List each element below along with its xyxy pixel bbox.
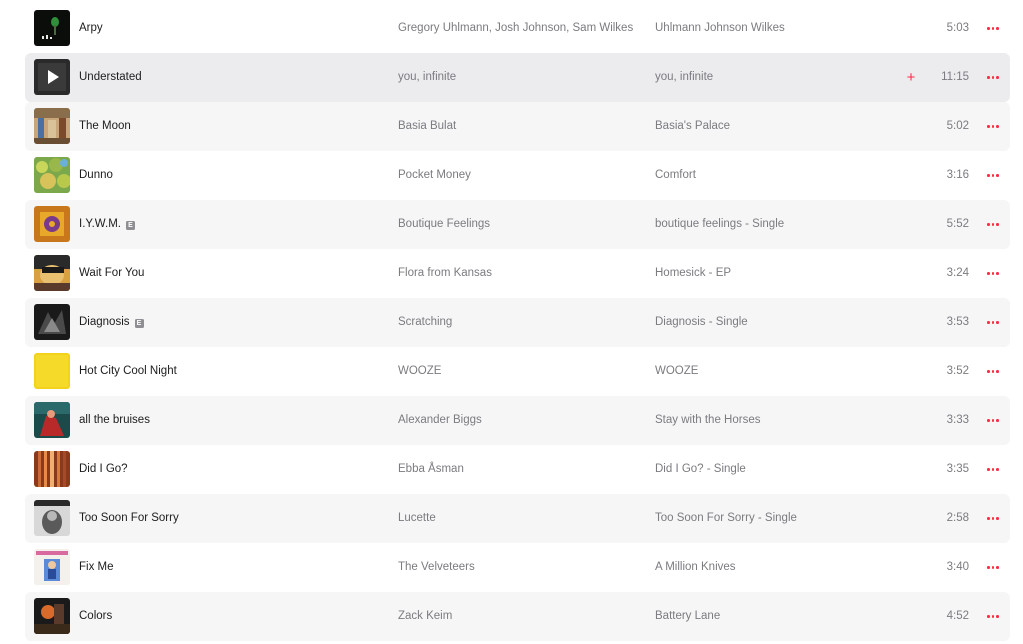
track-duration: 3:53 <box>946 316 969 328</box>
track-row[interactable]: Hot City Cool Night WOOZE WOOZE 3:52 <box>25 347 1010 396</box>
track-artist-link[interactable]: Alexander Biggs <box>398 396 482 445</box>
track-artist-link[interactable]: Zack Keim <box>398 592 452 641</box>
track-title: Hot City Cool Night <box>79 365 177 377</box>
explicit-badge-icon: E <box>125 221 135 230</box>
track-duration: 3:33 <box>946 414 969 426</box>
album-art <box>34 59 70 95</box>
track-artist-link[interactable]: Lucette <box>398 494 436 543</box>
album-art <box>34 549 70 585</box>
explicit-badge-icon: E <box>134 319 144 328</box>
track-duration: 3:24 <box>946 267 969 279</box>
album-art <box>34 157 70 193</box>
track-duration: 3:16 <box>946 169 969 181</box>
ellipsis-icon[interactable] <box>983 151 1003 200</box>
track-row[interactable]: Wait For You Flora from Kansas Homesick … <box>25 249 1010 298</box>
track-album-link[interactable]: Comfort <box>655 151 696 200</box>
track-artist-link[interactable]: Gregory Uhlmann, Josh Johnson, Sam Wilke… <box>398 4 633 53</box>
track-album-link[interactable]: boutique feelings - Single <box>655 200 784 249</box>
track-artist-link[interactable]: Ebba Åsman <box>398 445 464 494</box>
track-row[interactable]: I.Y.W.M. E Boutique Feelings boutique fee… <box>25 200 1010 249</box>
track-album-link[interactable]: Too Soon For Sorry - Single <box>655 494 797 543</box>
track-title: Wait For You <box>79 267 145 279</box>
track-row[interactable]: Did I Go? Ebba Åsman Did I Go? - Single … <box>25 445 1010 494</box>
play-icon[interactable] <box>34 59 70 95</box>
track-title: Dunno <box>79 169 113 181</box>
album-art <box>34 255 70 291</box>
album-art <box>34 304 70 340</box>
track-album-link[interactable]: Battery Lane <box>655 592 720 641</box>
track-artist-link[interactable]: Basia Bulat <box>398 102 456 151</box>
track-title: The Moon <box>79 120 131 132</box>
ellipsis-icon[interactable] <box>983 102 1003 151</box>
track-row[interactable]: Too Soon For Sorry Lucette Too Soon For … <box>25 494 1010 543</box>
track-row[interactable]: Colors Zack Keim Battery Lane 4:52 <box>25 592 1010 641</box>
track-album-link[interactable]: Diagnosis - Single <box>655 298 748 347</box>
track-title: Did I Go? <box>79 463 128 475</box>
track-duration: 3:52 <box>946 365 969 377</box>
album-art <box>34 353 70 389</box>
ellipsis-icon[interactable] <box>983 4 1003 53</box>
track-row[interactable]: Dunno Pocket Money Comfort 3:16 <box>25 151 1010 200</box>
track-artist-link[interactable]: Scratching <box>398 298 452 347</box>
ellipsis-icon[interactable] <box>983 298 1003 347</box>
track-duration: 5:03 <box>946 22 969 34</box>
track-duration: 5:02 <box>946 120 969 132</box>
track-row[interactable]: Arpy Gregory Uhlmann, Josh Johnson, Sam … <box>25 4 1010 53</box>
track-album-link[interactable]: A Million Knives <box>655 543 736 592</box>
track-artist-link[interactable]: Flora from Kansas <box>398 249 492 298</box>
ellipsis-icon[interactable] <box>983 543 1003 592</box>
ellipsis-icon[interactable] <box>983 445 1003 494</box>
track-album-link[interactable]: Basia's Palace <box>655 102 730 151</box>
track-album-link[interactable]: Uhlmann Johnson Wilkes <box>655 4 785 53</box>
ellipsis-icon[interactable] <box>983 396 1003 445</box>
track-album-link[interactable]: WOOZE <box>655 347 698 396</box>
track-title: Colors <box>79 610 113 622</box>
track-artist-link[interactable]: Boutique Feelings <box>398 200 490 249</box>
track-artist-link[interactable]: Pocket Money <box>398 151 471 200</box>
track-title: Arpy <box>79 22 103 34</box>
ellipsis-icon[interactable] <box>983 592 1003 641</box>
track-list: Arpy Gregory Uhlmann, Josh Johnson, Sam … <box>25 4 1010 641</box>
ellipsis-icon[interactable] <box>983 494 1003 543</box>
album-art <box>34 402 70 438</box>
track-title: Understated <box>79 71 142 83</box>
album-art <box>34 500 70 536</box>
track-album-link[interactable]: Homesick - EP <box>655 249 731 298</box>
track-duration: 4:52 <box>946 610 969 622</box>
track-album-link[interactable]: Did I Go? - Single <box>655 445 746 494</box>
track-album-link[interactable]: Stay with the Horses <box>655 396 760 445</box>
album-art <box>34 10 70 46</box>
track-row[interactable]: all the bruises Alexander Biggs Stay wit… <box>25 396 1010 445</box>
track-duration: 11:15 <box>941 71 969 83</box>
track-title: Diagnosis E <box>79 298 144 347</box>
track-artist-link[interactable]: WOOZE <box>398 347 441 396</box>
track-row[interactable]: Understated you, infinite you, infinite … <box>25 53 1010 102</box>
track-title: Too Soon For Sorry <box>79 512 179 524</box>
track-duration: 3:40 <box>946 561 969 573</box>
track-row[interactable]: Fix Me The Velveteers A Million Knives 3… <box>25 543 1010 592</box>
track-duration: 2:58 <box>946 512 969 524</box>
ellipsis-icon[interactable] <box>983 249 1003 298</box>
ellipsis-icon[interactable] <box>983 347 1003 396</box>
track-row[interactable]: The Moon Basia Bulat Basia's Palace 5:02 <box>25 102 1010 151</box>
track-title: all the bruises <box>79 414 150 426</box>
track-artist-link[interactable]: you, infinite <box>398 53 456 102</box>
album-art <box>34 598 70 634</box>
track-artist-link[interactable]: The Velveteers <box>398 543 475 592</box>
track-duration: 5:52 <box>946 218 969 230</box>
track-duration: 3:35 <box>946 463 969 475</box>
album-art <box>34 108 70 144</box>
track-album-link[interactable]: you, infinite <box>655 53 713 102</box>
album-art <box>34 206 70 242</box>
track-row[interactable]: Diagnosis E Scratching Diagnosis - Single… <box>25 298 1010 347</box>
track-title: Fix Me <box>79 561 114 573</box>
album-art <box>34 451 70 487</box>
ellipsis-icon[interactable] <box>983 53 1003 102</box>
ellipsis-icon[interactable] <box>983 200 1003 249</box>
track-title: I.Y.W.M. E <box>79 200 135 249</box>
plus-icon[interactable]: + <box>904 53 918 102</box>
